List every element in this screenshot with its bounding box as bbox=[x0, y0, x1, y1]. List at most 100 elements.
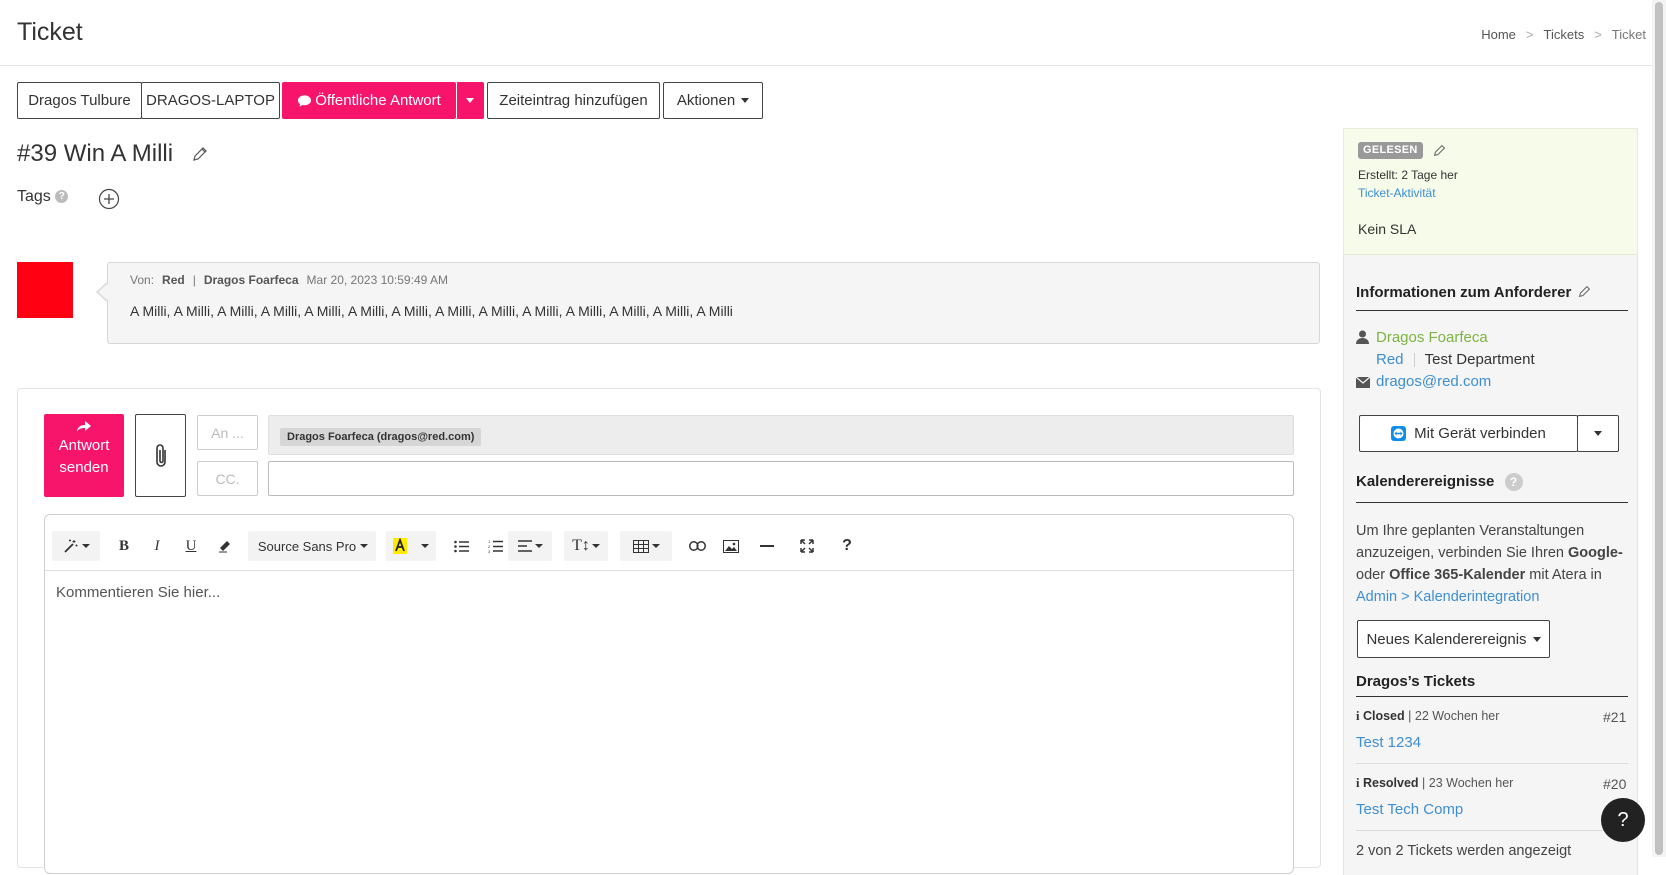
requester-department: Test Department bbox=[1424, 351, 1535, 368]
customer-button[interactable]: Dragos Tulbure bbox=[17, 82, 142, 119]
divider bbox=[1356, 310, 1628, 311]
calendar-google: Google- bbox=[1568, 545, 1623, 561]
requester-email-link[interactable]: dragos@red.com bbox=[1376, 373, 1491, 390]
text-color-button[interactable] bbox=[390, 531, 410, 561]
to-button[interactable]: An ... bbox=[197, 415, 258, 450]
text-size-button[interactable]: T↕ bbox=[566, 531, 606, 561]
magic-wand-icon bbox=[63, 539, 77, 553]
add-tag-icon[interactable] bbox=[98, 188, 120, 213]
cc-button[interactable]: CC. bbox=[197, 461, 258, 496]
ticket-item-subject-link[interactable]: Test Tech Comp bbox=[1356, 801, 1463, 818]
requester-company-link[interactable]: Red bbox=[1376, 351, 1404, 368]
calendar-text-3a: oder bbox=[1356, 567, 1390, 583]
connect-device-dropdown[interactable] bbox=[1577, 415, 1619, 452]
recipient-chip[interactable]: Dragos Foarfeca (dragos@red.com) bbox=[280, 428, 482, 446]
org-divider bbox=[1413, 353, 1415, 368]
paperclip-icon bbox=[155, 443, 166, 467]
align-left-icon bbox=[517, 540, 532, 552]
breadcrumb-tickets[interactable]: Tickets bbox=[1544, 27, 1585, 42]
ticket-item-subject-link[interactable]: Test 1234 bbox=[1356, 734, 1421, 751]
magic-wand-button[interactable] bbox=[54, 531, 98, 561]
clear-format-button[interactable] bbox=[215, 531, 235, 561]
help-icon[interactable]: ? bbox=[55, 190, 69, 204]
link-button[interactable] bbox=[686, 531, 708, 561]
fullscreen-button[interactable] bbox=[796, 531, 818, 561]
italic-button[interactable]: I bbox=[147, 531, 167, 561]
scrollbar-thumb[interactable] bbox=[1655, 2, 1663, 855]
ticket-activity-link[interactable]: Ticket-Aktivität bbox=[1358, 186, 1436, 200]
chevron-down-icon bbox=[591, 544, 600, 548]
bullet-list-button[interactable] bbox=[450, 531, 472, 561]
requester-name-link[interactable]: Dragos Foarfeca bbox=[1376, 329, 1488, 346]
highlight-a-icon bbox=[393, 538, 407, 554]
question-icon: ? bbox=[1617, 808, 1629, 831]
text-height-icon: T↕ bbox=[572, 537, 590, 554]
send-reply-button[interactable]: Antwort senden bbox=[44, 414, 124, 497]
ticket-item-number: #21 bbox=[1603, 709, 1627, 725]
help-icon[interactable]: ? bbox=[1504, 473, 1523, 492]
sla-text: Kein SLA bbox=[1358, 221, 1417, 237]
question-icon: ? bbox=[842, 537, 852, 554]
message-meta: Von: Red | Dragos Foarfeca Mar 20, 2023 … bbox=[130, 273, 448, 287]
image-button[interactable] bbox=[720, 531, 742, 561]
divider bbox=[1356, 830, 1628, 831]
chevron-down-icon bbox=[1594, 431, 1602, 436]
align-button[interactable] bbox=[510, 531, 550, 561]
horizontal-rule-icon bbox=[760, 545, 774, 547]
underline-button[interactable]: U bbox=[181, 531, 201, 561]
page-header bbox=[0, 0, 1652, 66]
ticket-item-age: | 22 Wochen her bbox=[1408, 709, 1500, 723]
breadcrumb-home[interactable]: Home bbox=[1481, 27, 1516, 42]
divider bbox=[1356, 696, 1628, 697]
breadcrumb-separator: > bbox=[1594, 27, 1602, 42]
to-placeholder: An ... bbox=[211, 424, 244, 441]
public-reply-dropdown[interactable] bbox=[456, 82, 484, 119]
underline-icon: U bbox=[185, 537, 197, 554]
tags-label-text: Tags bbox=[17, 188, 51, 205]
calendar-text-3c: mit Atera in bbox=[1525, 567, 1602, 583]
table-button[interactable] bbox=[624, 531, 668, 561]
envelope-icon bbox=[1355, 375, 1371, 391]
from-person: Dragos Foarfeca bbox=[203, 273, 299, 287]
help-button[interactable]: ? bbox=[836, 531, 858, 561]
calendar-text-line-2: anzuzeigen, verbinden Sie Ihren Google- bbox=[1356, 542, 1628, 564]
connect-device-button[interactable]: Mit Gerät verbinden bbox=[1359, 415, 1578, 452]
calendar-admin-link[interactable]: Admin > Kalenderintegration bbox=[1356, 586, 1628, 608]
chevron-down-icon bbox=[534, 544, 543, 548]
bold-button[interactable]: B bbox=[113, 531, 135, 561]
tags-label: Tags ? bbox=[17, 188, 69, 206]
public-reply-button[interactable]: Öffentliche Antwort bbox=[282, 82, 456, 119]
chevron-down-icon bbox=[421, 544, 429, 548]
device-button[interactable]: DRAGOS-LAPTOP bbox=[141, 82, 280, 119]
chevron-down-icon bbox=[360, 544, 369, 548]
message-arrow-fill bbox=[98, 283, 108, 301]
chevron-down-icon bbox=[1532, 636, 1541, 642]
help-chat-button[interactable]: ? bbox=[1601, 798, 1645, 842]
attach-button[interactable] bbox=[135, 414, 186, 497]
italic-icon: I bbox=[154, 537, 160, 554]
font-family-select[interactable]: Source Sans Pro bbox=[254, 531, 372, 561]
edit-requester-icon[interactable] bbox=[1578, 285, 1591, 301]
meta-separator: | bbox=[192, 273, 196, 287]
page-title: Ticket bbox=[17, 18, 83, 46]
numbered-list-button[interactable]: 123 bbox=[484, 531, 506, 561]
requester-title: Informationen zum Anforderer bbox=[1356, 284, 1572, 301]
edit-status-icon[interactable] bbox=[1433, 144, 1446, 160]
user-icon bbox=[1356, 330, 1369, 347]
device-button-label: DRAGOS-LAPTOP bbox=[146, 92, 275, 109]
info-icon: i bbox=[1356, 776, 1360, 790]
new-calendar-event-button[interactable]: Neues Kalenderereignis bbox=[1357, 620, 1550, 658]
editor-placeholder[interactable]: Kommentieren Sie hier... bbox=[56, 584, 220, 601]
add-time-entry-button[interactable]: Zeiteintrag hinzufügen bbox=[487, 82, 660, 119]
cc-field[interactable] bbox=[268, 461, 1294, 496]
created-text: Erstellt: 2 Tage her bbox=[1358, 168, 1458, 182]
color-dropdown[interactable] bbox=[416, 531, 434, 561]
edit-title-icon[interactable] bbox=[192, 146, 208, 165]
horizontal-rule-button[interactable] bbox=[756, 531, 778, 561]
status-badge: GELESEN bbox=[1358, 142, 1423, 159]
actions-button[interactable]: Aktionen bbox=[663, 82, 763, 119]
customer-button-label: Dragos Tulbure bbox=[28, 92, 131, 109]
calendar-text-line-1: Um Ihre geplanten Veranstaltungen bbox=[1356, 523, 1585, 539]
from-label: Von: bbox=[130, 273, 155, 287]
share-arrow-icon bbox=[77, 421, 91, 432]
